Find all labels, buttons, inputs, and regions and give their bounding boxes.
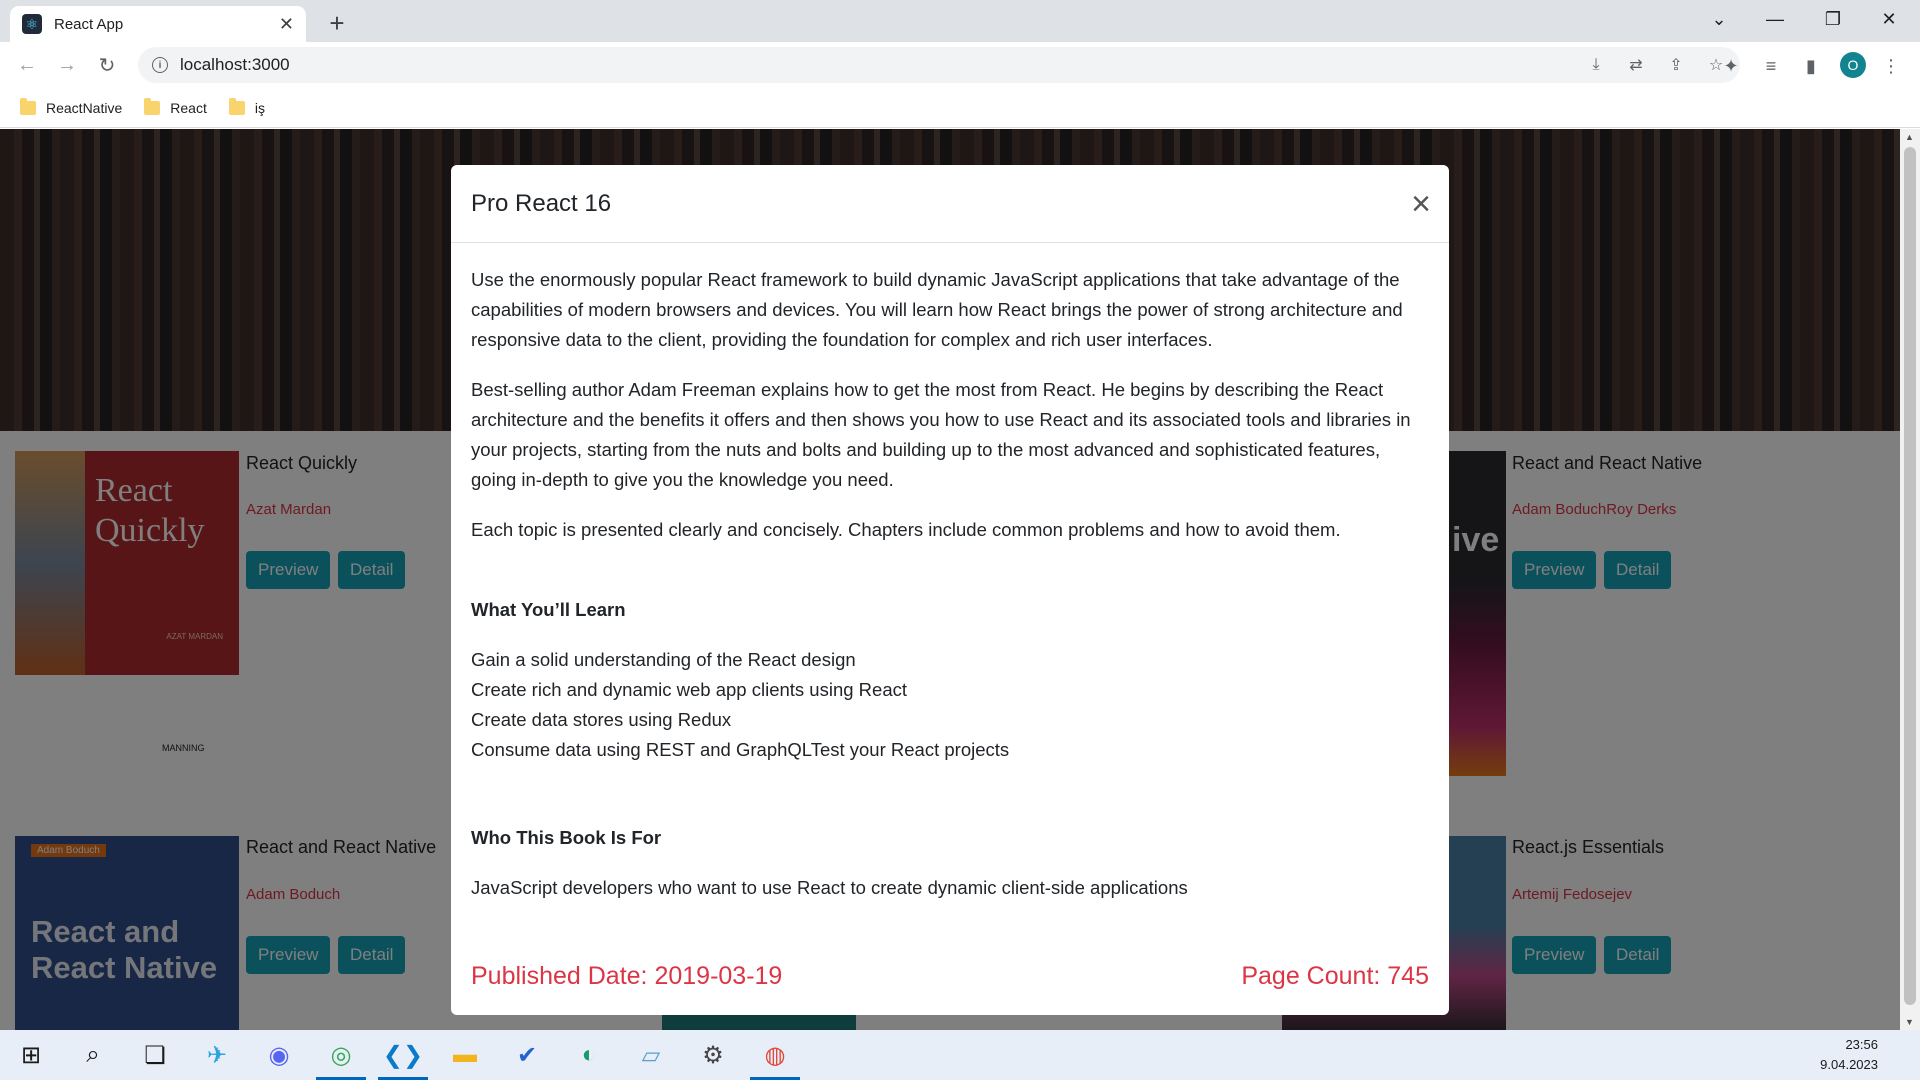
scrollbar-thumb[interactable] [1904,147,1916,1005]
book-detail-modal: Pro React 16 × Use the enormously popula… [451,165,1449,1015]
folder-icon [20,97,36,115]
modal-body: Use the enormously popular React framewo… [451,243,1449,903]
task-view-icon[interactable]: ❏ [124,1030,186,1080]
close-window-button[interactable]: ✕ [1866,0,1912,38]
todo-icon[interactable]: ✔ [496,1030,558,1080]
bookmarks-bar: ReactNative React iş [0,88,1920,128]
notepad-icon[interactable]: ▱ [620,1030,682,1080]
start-button[interactable]: ⊞ [0,1030,62,1080]
minimize-button[interactable]: — [1752,0,1798,38]
audience-text: JavaScript developers who want to use Re… [471,877,1188,898]
new-tab-button[interactable]: + [322,8,352,38]
folder-icon [228,97,245,115]
page-count: Page Count: 745 [1241,962,1429,990]
scroll-down-arrow-icon[interactable]: ▼ [1905,1017,1914,1027]
discord-icon[interactable]: ◉ [248,1030,310,1080]
tab-react-app[interactable]: ⚛ React App ✕ [10,6,306,42]
description-paragraph: Use the enormously popular React framewo… [471,269,1403,350]
learn-item: Consume data using REST and GraphQLTest … [471,739,1010,760]
site-info-icon[interactable]: i [152,57,168,73]
bookmark-folder-is[interactable]: iş [228,97,265,116]
learn-item: Gain a solid understanding of the React … [471,649,856,670]
modal-title: Pro React 16 [471,189,612,217]
vscode-icon[interactable]: ❮❯ [372,1030,434,1080]
audience-heading: Who This Book Is For [471,827,662,848]
browser-toolbar: ← → ↻ i localhost:3000 ⤓ ⇄ ⇪ ☆ ✦ ≡ ▮ ⋮ [0,42,1920,88]
tab-title: React App [54,15,124,33]
edge-icon[interactable]: ◐ [558,1030,620,1080]
windows-taskbar: ⊞ ⌕ ❏ ✈ ◉ ◎ ❮❯ ▬ ✔ ◐ ▱ ⚙ ◍ 23:56 9.04.20… [0,1030,1920,1080]
chrome-icon[interactable]: ◎ [310,1030,372,1080]
side-panel-icon[interactable]: ▮ [1800,55,1822,77]
learn-heading: What You’ll Learn [471,599,626,620]
tab-strip: ⚛ React App ✕ + ⌄ — ❐ ✕ [0,0,1920,42]
translate-icon[interactable]: ⇄ [1626,55,1646,75]
learn-item: Create data stores using Redux [471,709,732,730]
url-text: localhost:3000 [180,55,290,74]
telegram-icon[interactable]: ✈ [186,1030,248,1080]
file-explorer-icon[interactable]: ▬ [434,1030,496,1080]
clock-date: 9.04.2023 [1820,1057,1878,1072]
reload-button[interactable]: ↻ [92,50,122,80]
modal-header: Pro React 16 × [451,165,1449,243]
description-paragraph: Best-selling author Adam Freeman explain… [471,379,1411,490]
description-paragraph: Each topic is presented clearly and conc… [471,519,1341,540]
profile-avatar[interactable]: O [1840,52,1866,78]
reading-list-icon[interactable]: ≡ [1760,55,1782,77]
system-clock[interactable]: 23:56 9.04.2023 [1820,1035,1878,1075]
search-icon[interactable]: ⌕ [62,1030,124,1080]
bookmark-folder-reactnative[interactable]: ReactNative [20,97,123,116]
bookmark-folder-react[interactable]: React [144,97,207,116]
react-logo-icon: ⚛ [22,14,42,34]
bookmark-label: React [170,99,207,116]
extensions-icon[interactable]: ✦ [1720,55,1742,77]
bookmark-label: iş [254,99,265,116]
forward-button[interactable]: → [52,50,82,80]
menu-icon[interactable]: ⋮ [1880,55,1902,77]
back-button[interactable]: ← [12,50,42,80]
restore-button[interactable]: ❐ [1810,0,1856,38]
postman-icon[interactable]: ◍ [744,1030,806,1080]
install-icon[interactable]: ⤓ [1586,55,1606,75]
page-viewport: React Quickly AZAT MARDAN MANNING React … [0,129,1900,1030]
scroll-up-arrow-icon[interactable]: ▲ [1905,132,1914,142]
page-scrollbar[interactable]: ▲ ▼ [1900,129,1920,1030]
tab-close-icon[interactable]: ✕ [279,14,294,35]
learn-list: Gain a solid understanding of the React … [471,645,1429,765]
published-date: Published Date: 2019-03-19 [471,962,783,990]
learn-item: Create rich and dynamic web app clients … [471,679,908,700]
bookmark-label: ReactNative [46,99,123,116]
clock-time: 23:56 [1845,1037,1878,1052]
share-icon[interactable]: ⇪ [1666,55,1686,75]
modal-close-button[interactable]: × [1411,187,1431,221]
tab-search-icon[interactable]: ⌄ [1696,0,1742,38]
book-meta: Published Date: 2019-03-19 Page Count: 7… [471,962,1429,991]
folder-icon [144,97,161,115]
settings-icon[interactable]: ⚙ [682,1030,744,1080]
address-bar[interactable]: i localhost:3000 ⤓ ⇄ ⇪ ☆ [138,47,1740,83]
